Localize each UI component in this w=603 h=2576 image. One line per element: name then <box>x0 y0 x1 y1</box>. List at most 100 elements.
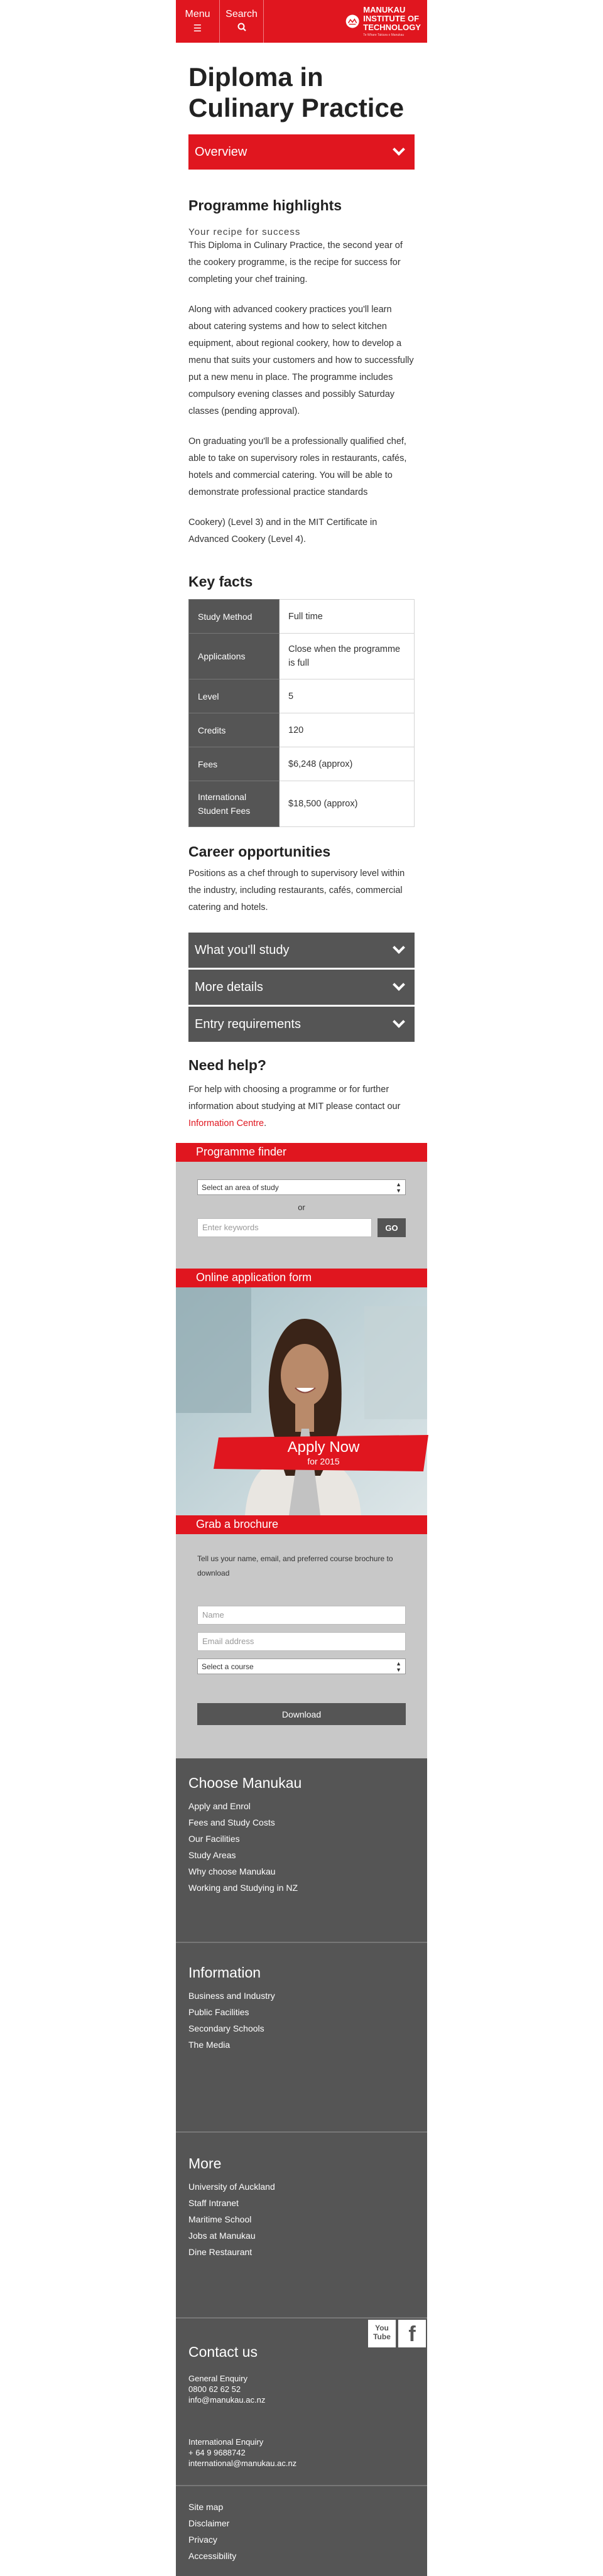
footer-heading: Information <box>188 1964 261 1981</box>
programme-finder-panel: Select an area of study ▲ ▼ or Enter keyw… <box>176 1162 427 1269</box>
highlights-paragraph-2: Along with advanced cookery practices yo… <box>188 305 414 416</box>
overview-toggle[interactable]: Overview <box>188 134 415 170</box>
social-links: You Tube f <box>367 2319 427 2349</box>
entry-requirements-toggle[interactable]: Entry requirements <box>188 1007 415 1042</box>
help-text-end: . <box>264 1118 267 1128</box>
hamburger-icon: ☰ <box>193 23 202 34</box>
accordion-group: What you'll study More details Entry req… <box>188 933 415 1042</box>
course-select[interactable]: Select a course ▲ ▼ <box>197 1659 406 1674</box>
keyfact-value: Close when the programme is full <box>279 633 415 679</box>
facebook-icon[interactable]: f <box>397 2319 427 2349</box>
table-row: International Student Fees $18,500 (appro… <box>188 781 415 827</box>
footer-contact: You Tube f Contact us General Enquiry 08… <box>176 2319 427 2485</box>
keyfact-value: 5 <box>279 679 415 713</box>
logo-tagline: Te Whare Takiura o Manukau <box>363 33 405 37</box>
name-field[interactable]: Name <box>197 1606 406 1625</box>
footer-link[interactable]: Business and Industry <box>188 1991 275 2001</box>
logo-line-1: MANUKAU <box>363 5 406 14</box>
online-application: Online application form Apply Now for 20… <box>176 1269 428 1515</box>
footer-information: Information Business and Industry Public… <box>176 1943 427 2131</box>
chevron-down-icon <box>393 978 405 991</box>
course-select-value: Select a course <box>202 1662 254 1671</box>
footer-link[interactable]: The Media <box>188 2040 230 2050</box>
chevron-down-icon <box>393 143 405 156</box>
keyfact-label: Fees <box>188 747 280 781</box>
help-heading: Need help? <box>188 1057 266 1073</box>
international-enquiry-label: International Enquiry <box>188 2437 264 2447</box>
footer-link-list: Apply and Enrol Fees and Study Costs Our… <box>188 1798 415 1896</box>
information-centre-link[interactable]: Information Centre <box>188 1118 264 1128</box>
select-arrows-icon: ▲ ▼ <box>396 1660 401 1673</box>
career-heading: Career opportunities <box>188 843 331 860</box>
career-text: Positions as a chef through to superviso… <box>188 869 405 912</box>
footer-link[interactable]: Jobs at Manukau <box>188 2231 256 2241</box>
student-photo <box>176 1287 427 1515</box>
table-row: Fees $6,248 (approx) <box>188 747 415 781</box>
menu-button[interactable]: Menu ☰ <box>176 0 220 43</box>
logo-line-2: INSTITUTE OF <box>363 14 420 23</box>
search-label: Search <box>225 9 258 19</box>
highlights-paragraph-1: This Diploma in Culinary Practice, the s… <box>188 241 403 284</box>
keyfacts-heading: Key facts <box>188 573 253 590</box>
brochure-title: Grab a brochure <box>176 1515 427 1534</box>
logo-line-3: TECHNOLOGY <box>363 23 421 32</box>
international-enquiry-phone[interactable]: + 64 9 9688742 <box>188 2447 415 2458</box>
footer-link[interactable]: Privacy <box>188 2535 217 2545</box>
footer-link[interactable]: Secondary Schools <box>188 2023 264 2033</box>
programme-finder: Programme finder Select an area of study… <box>176 1143 427 1269</box>
footer-link[interactable]: University of Auckland <box>188 2182 275 2192</box>
footer-link[interactable]: Working and Studying in NZ <box>188 1883 298 1893</box>
footer-link[interactable]: Disclaimer <box>188 2518 229 2528</box>
footer-link[interactable]: Study Areas <box>188 1850 236 1860</box>
keyfact-label: International Student Fees <box>188 781 280 827</box>
keyfact-label: Credits <box>188 713 280 747</box>
keyfact-value: Full time <box>279 599 415 634</box>
help-text-body: For help with choosing a programme or fo… <box>188 1085 401 1112</box>
general-enquiry-phone[interactable]: 0800 62 62 52 <box>188 2384 415 2395</box>
footer-link[interactable]: Accessibility <box>188 2551 236 2561</box>
general-enquiry-email[interactable]: info@manukau.ac.nz <box>188 2395 415 2405</box>
search-button[interactable]: Search <box>220 0 264 43</box>
apply-now-label: Apply Now <box>287 1439 360 1456</box>
search-icon <box>220 23 263 34</box>
international-enquiry-email[interactable]: international@manukau.ac.nz <box>188 2458 415 2469</box>
keyfact-label: Level <box>188 679 280 713</box>
footer-link[interactable]: Our Facilities <box>188 1834 240 1844</box>
highlights-heading: Programme highlights <box>188 197 342 214</box>
highlights-subheading: Your recipe for success <box>188 227 301 237</box>
table-row: Level 5 <box>188 679 415 713</box>
footer-link[interactable]: Dine Restaurant <box>188 2247 252 2257</box>
footer-link[interactable]: Staff Intranet <box>188 2198 239 2208</box>
footer-link-list: University of Auckland Staff Intranet Ma… <box>188 2178 415 2260</box>
footer-link[interactable]: Fees and Study Costs <box>188 1817 275 1827</box>
table-row: Credits 120 <box>188 713 415 747</box>
more-details-toggle[interactable]: More details <box>188 970 415 1005</box>
keyfact-value: 120 <box>279 713 415 747</box>
chevron-down-icon <box>393 1015 405 1028</box>
keyfacts-table: Study Method Full time Applications Close … <box>188 599 415 827</box>
download-button[interactable]: Download <box>197 1703 406 1725</box>
email-field[interactable]: Email address <box>197 1632 406 1651</box>
keyword-input[interactable]: Enter keywords <box>197 1218 372 1237</box>
menu-label: Menu <box>185 9 210 19</box>
footer-link-list: Site map Disclaimer Privacy Accessibilit… <box>188 2499 415 2564</box>
help-text: For help with choosing a programme or fo… <box>188 1081 415 1132</box>
footer-link[interactable]: Public Facilities <box>188 2007 249 2017</box>
mit-logo[interactable]: MANUKAU INSTITUTE OF TECHNOLOGY Te Whare… <box>345 0 427 43</box>
apply-now-button[interactable]: Apply Now for 2015 <box>214 1435 433 1471</box>
what-you-study-toggle[interactable]: What you'll study <box>188 933 415 968</box>
go-button[interactable]: GO <box>378 1218 406 1237</box>
footer-link[interactable]: Why choose Manukau <box>188 1866 276 1876</box>
study-area-select[interactable]: Select an area of study ▲ ▼ <box>197 1179 406 1195</box>
table-row: Study Method Full time <box>188 599 415 634</box>
footer-heading: More <box>188 2155 222 2172</box>
footer-link[interactable]: Apply and Enrol <box>188 1801 251 1811</box>
footer-link[interactable]: Site map <box>188 2502 223 2512</box>
accordion-label: What you'll study <box>195 943 290 957</box>
youtube-icon[interactable]: You Tube <box>367 2319 397 2349</box>
highlights-paragraph-3: On graduating you'll be a professionally… <box>188 436 407 497</box>
footer-link[interactable]: Maritime School <box>188 2214 251 2224</box>
site-header: Menu ☰ Search MANUKAU INSTITUTE OF TECHN… <box>176 0 427 43</box>
select-arrows-icon: ▲ ▼ <box>396 1181 401 1194</box>
footer-bottom-links: Site map Disclaimer Privacy Accessibilit… <box>176 2486 427 2576</box>
